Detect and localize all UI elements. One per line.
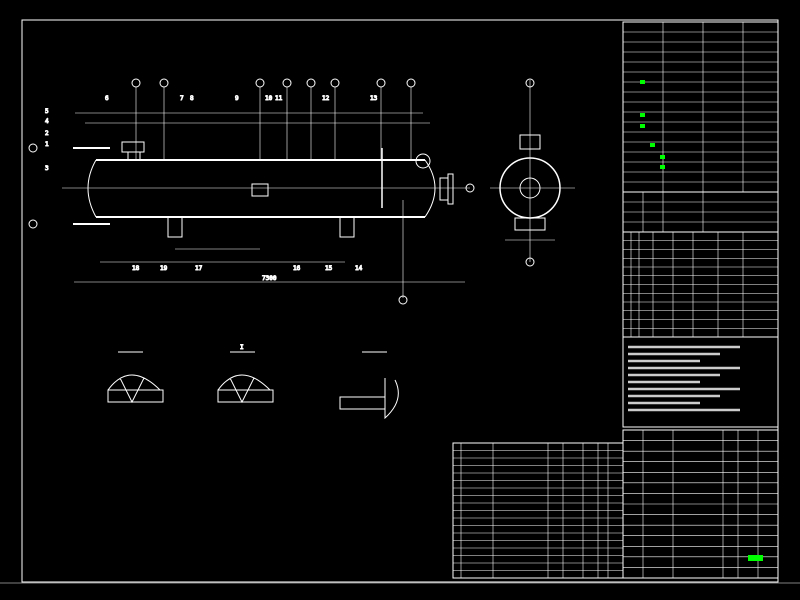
title-and-parts-tables (452, 21, 779, 579)
part-number-label: 14 (355, 265, 363, 272)
part-number-label: 3 (45, 165, 49, 172)
reference-balloon (406, 78, 416, 88)
part-number-label: 17 (195, 265, 203, 272)
part-number-label: 2 (45, 130, 49, 137)
design-data-table (622, 21, 779, 193)
part-number-label: 18 (132, 265, 140, 272)
part-number-label: 13 (370, 95, 378, 102)
reference-balloon (282, 78, 292, 88)
part-number-label: 19 (160, 265, 168, 272)
highlight-mark (650, 143, 655, 147)
highlight-mark (748, 555, 763, 561)
vessel-side-view (490, 80, 575, 262)
part-number-label: 10 (265, 95, 273, 102)
weld-detail-views (107, 351, 399, 420)
part-number-label: 16 (293, 265, 301, 272)
reference-balloon (28, 219, 38, 229)
reference-balloon (159, 78, 169, 88)
vessel-front-view (62, 112, 470, 298)
part-number-label: 4 (45, 118, 49, 125)
highlight-mark (660, 165, 665, 169)
part-number-label: 9 (235, 95, 239, 102)
detail-label: I (240, 344, 244, 351)
highlight-mark (640, 124, 645, 128)
drawing-border (21, 19, 779, 583)
overall-length-dimension: 7300 (262, 275, 277, 282)
highlight-mark (660, 155, 665, 159)
reference-balloon (255, 78, 265, 88)
highlight-mark (640, 113, 645, 117)
part-number-label: 7 (180, 95, 184, 102)
part-number-label: 1 (45, 141, 49, 148)
part-number-label: 8 (190, 95, 194, 102)
highlight-mark (640, 80, 645, 84)
part-number-label: 5 (45, 108, 49, 115)
cad-drawing: 123456 7 8 9 10 11 12 131415161718 197300 I (0, 19, 800, 584)
reference-balloon (28, 143, 38, 153)
reference-balloon (131, 78, 141, 88)
reference-balloon (330, 78, 340, 88)
part-number-label: 11 (275, 95, 283, 102)
part-number-label: 6 (105, 95, 109, 102)
reference-balloon (306, 78, 316, 88)
part-number-label: 12 (322, 95, 330, 102)
reference-balloon (376, 78, 386, 88)
part-number-label: 15 (325, 265, 333, 272)
